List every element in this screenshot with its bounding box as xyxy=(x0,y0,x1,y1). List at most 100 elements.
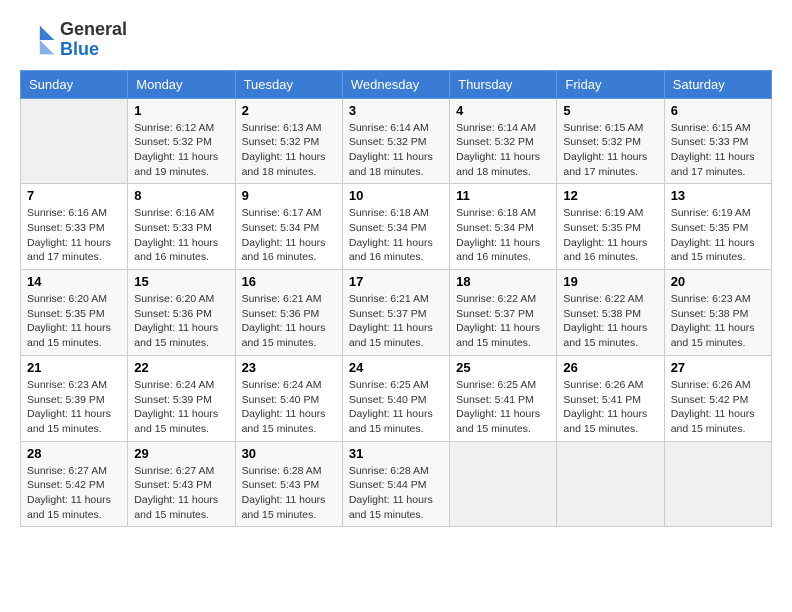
calendar-cell: 29 Sunrise: 6:27 AMSunset: 5:43 PMDayligh… xyxy=(128,441,235,527)
cell-info: Sunrise: 6:24 AMSunset: 5:40 PMDaylight:… xyxy=(242,378,336,437)
cell-info: Sunrise: 6:14 AMSunset: 5:32 PMDaylight:… xyxy=(349,121,443,180)
calendar-cell: 24 Sunrise: 6:25 AMSunset: 5:40 PMDayligh… xyxy=(342,355,449,441)
calendar-table: SundayMondayTuesdayWednesdayThursdayFrid… xyxy=(20,70,772,528)
calendar-cell: 22 Sunrise: 6:24 AMSunset: 5:39 PMDayligh… xyxy=(128,355,235,441)
calendar-cell xyxy=(557,441,664,527)
day-number: 4 xyxy=(456,103,550,118)
cell-info: Sunrise: 6:12 AMSunset: 5:32 PMDaylight:… xyxy=(134,121,228,180)
day-number: 1 xyxy=(134,103,228,118)
cell-info: Sunrise: 6:25 AMSunset: 5:40 PMDaylight:… xyxy=(349,378,443,437)
day-number: 3 xyxy=(349,103,443,118)
calendar-cell: 28 Sunrise: 6:27 AMSunset: 5:42 PMDayligh… xyxy=(21,441,128,527)
day-number: 9 xyxy=(242,188,336,203)
day-number: 6 xyxy=(671,103,765,118)
day-number: 27 xyxy=(671,360,765,375)
day-number: 16 xyxy=(242,274,336,289)
day-number: 25 xyxy=(456,360,550,375)
calendar-cell: 11 Sunrise: 6:18 AMSunset: 5:34 PMDayligh… xyxy=(450,184,557,270)
weekday-saturday: Saturday xyxy=(664,70,771,98)
weekday-wednesday: Wednesday xyxy=(342,70,449,98)
calendar-header: SundayMondayTuesdayWednesdayThursdayFrid… xyxy=(21,70,772,98)
weekday-sunday: Sunday xyxy=(21,70,128,98)
calendar-cell: 12 Sunrise: 6:19 AMSunset: 5:35 PMDayligh… xyxy=(557,184,664,270)
cell-info: Sunrise: 6:21 AMSunset: 5:37 PMDaylight:… xyxy=(349,292,443,351)
day-number: 28 xyxy=(27,446,121,461)
day-number: 13 xyxy=(671,188,765,203)
week-row-4: 21Sunrise: 6:23 AMSunset: 5:39 PMDayligh… xyxy=(21,355,772,441)
calendar-body: 1 Sunrise: 6:12 AMSunset: 5:32 PMDaylight… xyxy=(21,98,772,527)
day-number: 20 xyxy=(671,274,765,289)
cell-info: Sunrise: 6:19 AMSunset: 5:35 PMDaylight:… xyxy=(671,206,765,265)
weekday-monday: Monday xyxy=(128,70,235,98)
calendar-cell: 31 Sunrise: 6:28 AMSunset: 5:44 PMDayligh… xyxy=(342,441,449,527)
calendar-cell: 7 Sunrise: 6:16 AMSunset: 5:33 PMDaylight… xyxy=(21,184,128,270)
calendar-cell: 10 Sunrise: 6:18 AMSunset: 5:34 PMDayligh… xyxy=(342,184,449,270)
cell-info: Sunrise: 6:18 AMSunset: 5:34 PMDaylight:… xyxy=(456,206,550,265)
calendar-cell: 19Sunrise: 6:22 AMSunset: 5:38 PMDayligh… xyxy=(557,270,664,356)
day-number: 15 xyxy=(134,274,228,289)
weekday-thursday: Thursday xyxy=(450,70,557,98)
weekday-header-row: SundayMondayTuesdayWednesdayThursdayFrid… xyxy=(21,70,772,98)
calendar-cell: 15Sunrise: 6:20 AMSunset: 5:36 PMDayligh… xyxy=(128,270,235,356)
cell-info: Sunrise: 6:28 AMSunset: 5:44 PMDaylight:… xyxy=(349,464,443,523)
cell-info: Sunrise: 6:14 AMSunset: 5:32 PMDaylight:… xyxy=(456,121,550,180)
page-header: General Blue xyxy=(20,20,772,60)
day-number: 8 xyxy=(134,188,228,203)
weekday-tuesday: Tuesday xyxy=(235,70,342,98)
cell-info: Sunrise: 6:20 AMSunset: 5:35 PMDaylight:… xyxy=(27,292,121,351)
day-number: 17 xyxy=(349,274,443,289)
cell-info: Sunrise: 6:19 AMSunset: 5:35 PMDaylight:… xyxy=(563,206,657,265)
calendar-cell: 16Sunrise: 6:21 AMSunset: 5:36 PMDayligh… xyxy=(235,270,342,356)
day-number: 31 xyxy=(349,446,443,461)
cell-info: Sunrise: 6:23 AMSunset: 5:38 PMDaylight:… xyxy=(671,292,765,351)
cell-info: Sunrise: 6:28 AMSunset: 5:43 PMDaylight:… xyxy=(242,464,336,523)
cell-info: Sunrise: 6:16 AMSunset: 5:33 PMDaylight:… xyxy=(27,206,121,265)
day-number: 24 xyxy=(349,360,443,375)
day-number: 14 xyxy=(27,274,121,289)
calendar-cell: 5Sunrise: 6:15 AMSunset: 5:32 PMDaylight… xyxy=(557,98,664,184)
cell-info: Sunrise: 6:15 AMSunset: 5:33 PMDaylight:… xyxy=(671,121,765,180)
cell-info: Sunrise: 6:13 AMSunset: 5:32 PMDaylight:… xyxy=(242,121,336,180)
calendar-cell: 18Sunrise: 6:22 AMSunset: 5:37 PMDayligh… xyxy=(450,270,557,356)
calendar-cell: 25 Sunrise: 6:25 AMSunset: 5:41 PMDayligh… xyxy=(450,355,557,441)
day-number: 5 xyxy=(563,103,657,118)
calendar-cell: 27 Sunrise: 6:26 AMSunset: 5:42 PMDayligh… xyxy=(664,355,771,441)
day-number: 21 xyxy=(27,360,121,375)
calendar-cell: 9 Sunrise: 6:17 AMSunset: 5:34 PMDaylight… xyxy=(235,184,342,270)
calendar-cell: 17 Sunrise: 6:21 AMSunset: 5:37 PMDayligh… xyxy=(342,270,449,356)
logo-text: General Blue xyxy=(60,20,127,60)
cell-info: Sunrise: 6:25 AMSunset: 5:41 PMDaylight:… xyxy=(456,378,550,437)
day-number: 29 xyxy=(134,446,228,461)
weekday-friday: Friday xyxy=(557,70,664,98)
day-number: 2 xyxy=(242,103,336,118)
day-number: 23 xyxy=(242,360,336,375)
cell-info: Sunrise: 6:26 AMSunset: 5:42 PMDaylight:… xyxy=(671,378,765,437)
calendar-cell: 1 Sunrise: 6:12 AMSunset: 5:32 PMDaylight… xyxy=(128,98,235,184)
day-number: 10 xyxy=(349,188,443,203)
calendar-cell: 2 Sunrise: 6:13 AMSunset: 5:32 PMDaylight… xyxy=(235,98,342,184)
day-number: 18 xyxy=(456,274,550,289)
calendar-cell xyxy=(450,441,557,527)
logo-icon xyxy=(20,22,56,58)
week-row-2: 7 Sunrise: 6:16 AMSunset: 5:33 PMDaylight… xyxy=(21,184,772,270)
cell-info: Sunrise: 6:27 AMSunset: 5:42 PMDaylight:… xyxy=(27,464,121,523)
calendar-cell: 8 Sunrise: 6:16 AMSunset: 5:33 PMDaylight… xyxy=(128,184,235,270)
week-row-3: 14 Sunrise: 6:20 AMSunset: 5:35 PMDayligh… xyxy=(21,270,772,356)
day-number: 30 xyxy=(242,446,336,461)
day-number: 11 xyxy=(456,188,550,203)
day-number: 12 xyxy=(563,188,657,203)
day-number: 26 xyxy=(563,360,657,375)
cell-info: Sunrise: 6:17 AMSunset: 5:34 PMDaylight:… xyxy=(242,206,336,265)
cell-info: Sunrise: 6:27 AMSunset: 5:43 PMDaylight:… xyxy=(134,464,228,523)
cell-info: Sunrise: 6:16 AMSunset: 5:33 PMDaylight:… xyxy=(134,206,228,265)
calendar-cell: 4 Sunrise: 6:14 AMSunset: 5:32 PMDaylight… xyxy=(450,98,557,184)
day-number: 22 xyxy=(134,360,228,375)
calendar-cell: 30 Sunrise: 6:28 AMSunset: 5:43 PMDayligh… xyxy=(235,441,342,527)
calendar-cell: 23 Sunrise: 6:24 AMSunset: 5:40 PMDayligh… xyxy=(235,355,342,441)
week-row-1: 1 Sunrise: 6:12 AMSunset: 5:32 PMDaylight… xyxy=(21,98,772,184)
cell-info: Sunrise: 6:18 AMSunset: 5:34 PMDaylight:… xyxy=(349,206,443,265)
cell-info: Sunrise: 6:24 AMSunset: 5:39 PMDaylight:… xyxy=(134,378,228,437)
day-number: 7 xyxy=(27,188,121,203)
calendar-cell: 13 Sunrise: 6:19 AMSunset: 5:35 PMDayligh… xyxy=(664,184,771,270)
calendar-cell: 6 Sunrise: 6:15 AMSunset: 5:33 PMDaylight… xyxy=(664,98,771,184)
